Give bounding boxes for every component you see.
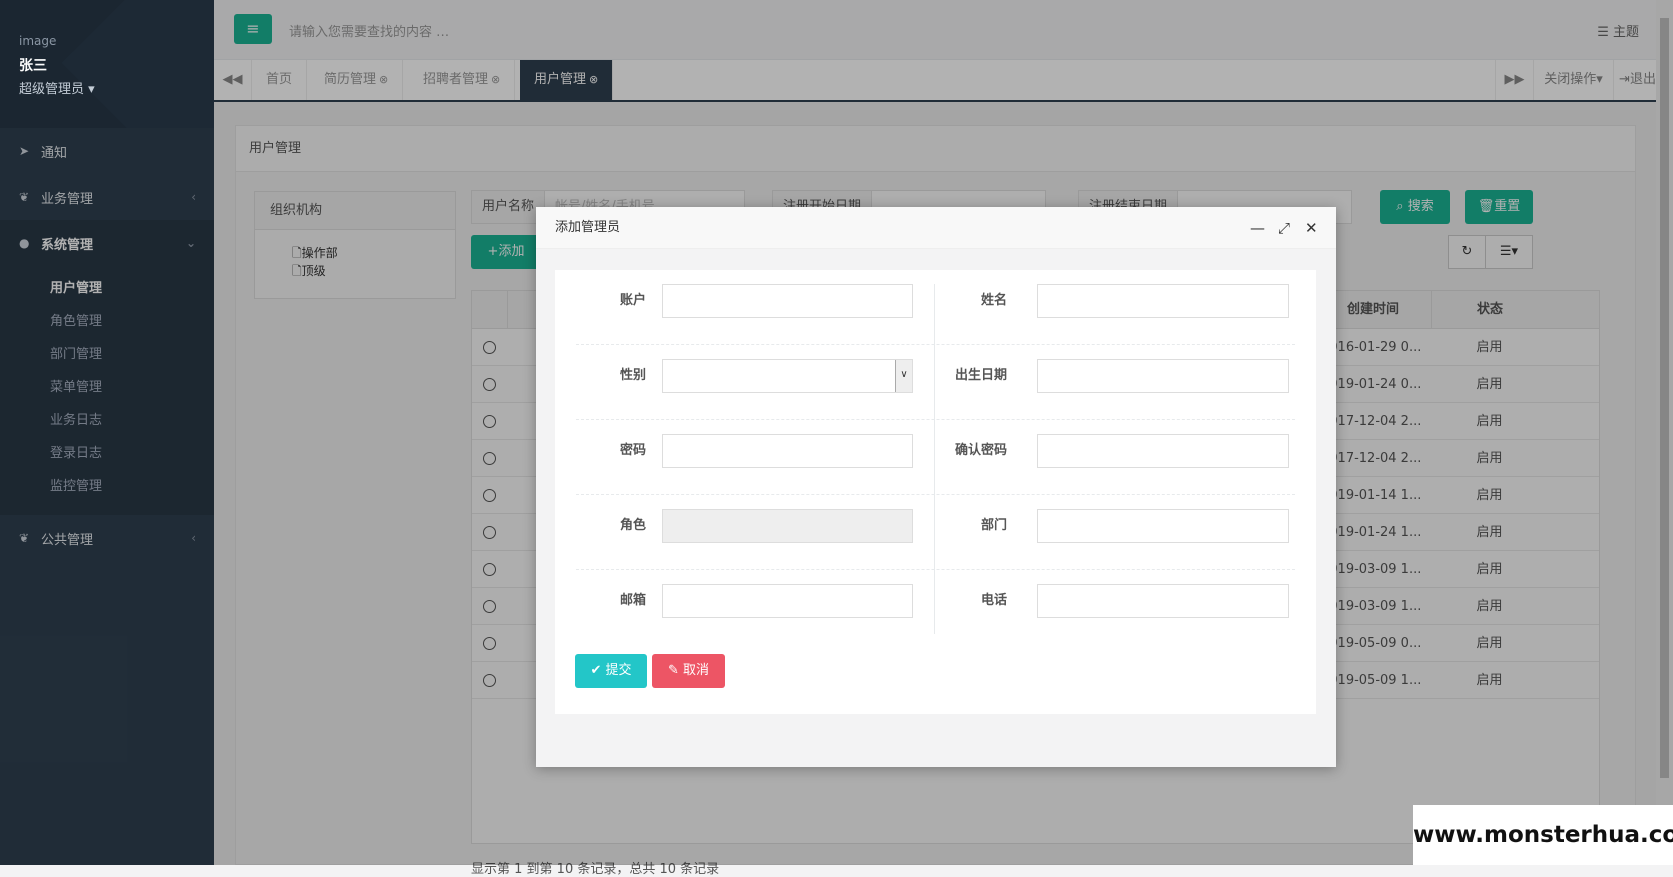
eraser-icon: ✎ [667,663,683,678]
email-label: 邮箱 [619,593,646,608]
avatar: image [19,34,57,48]
user-name: 张三 [19,58,47,74]
gender-label: 性别 [619,368,646,383]
form-row: 密码 确认密码 [576,420,1295,495]
watermark: www.monsterhua.com [1413,805,1673,865]
dialog-title: 添加管理员 [555,220,621,235]
account-label: 账户 [619,293,646,308]
form-row: 账户 姓名 [576,270,1295,345]
check-icon: ✔ [590,663,606,678]
dialog-header: 添加管理员 — ⤢ ✕ [536,207,1336,249]
close-icon[interactable]: ✕ [1305,207,1318,249]
chevron-down-icon: ∨ [895,360,912,392]
form-row: 性别 ∨ 出生日期 [576,345,1295,420]
birthday-input[interactable] [1037,359,1289,393]
form-row: 邮箱 电话 [576,570,1295,645]
confirm-password-label: 确认密码 [954,443,1007,458]
cancel-button[interactable]: ✎ 取消 [652,654,725,688]
password-label: 密码 [619,443,646,458]
cancel-label: 取消 [683,663,710,678]
gender-select[interactable]: ∨ [662,359,913,393]
dept-input[interactable] [1037,509,1289,543]
phone-input[interactable] [1037,584,1289,618]
dept-label: 部门 [980,518,1007,533]
email-input[interactable] [662,584,913,618]
account-input[interactable] [662,284,913,318]
role-label: 角色 [619,518,646,533]
name-input[interactable] [1037,284,1289,318]
phone-label: 电话 [980,593,1007,608]
maximize-icon[interactable]: ⤢ [1278,207,1290,249]
minimize-icon[interactable]: — [1250,207,1265,249]
name-label: 姓名 [980,293,1007,308]
password-input[interactable] [662,434,913,468]
caret-down-icon: ▾ [84,82,95,97]
form-row: 角色 部门 [576,495,1295,570]
dialog-form: 账户 姓名 性别 ∨ 出生日期 密码 确认密码 角色 部门 邮箱 电话 ✔ 提交… [555,270,1316,714]
submit-label: 提交 [605,663,632,678]
confirm-password-input[interactable] [1037,434,1289,468]
add-admin-dialog: 添加管理员 — ⤢ ✕ 账户 姓名 性别 ∨ 出生日期 密码 确认密码 角色 部… [536,207,1336,767]
user-role-label: 超级管理员 [19,82,85,97]
submit-button[interactable]: ✔ 提交 [575,654,647,688]
user-role-dropdown[interactable]: 超级管理员 ▾ [19,78,214,97]
role-input[interactable] [662,509,913,543]
birthday-label: 出生日期 [954,368,1007,383]
